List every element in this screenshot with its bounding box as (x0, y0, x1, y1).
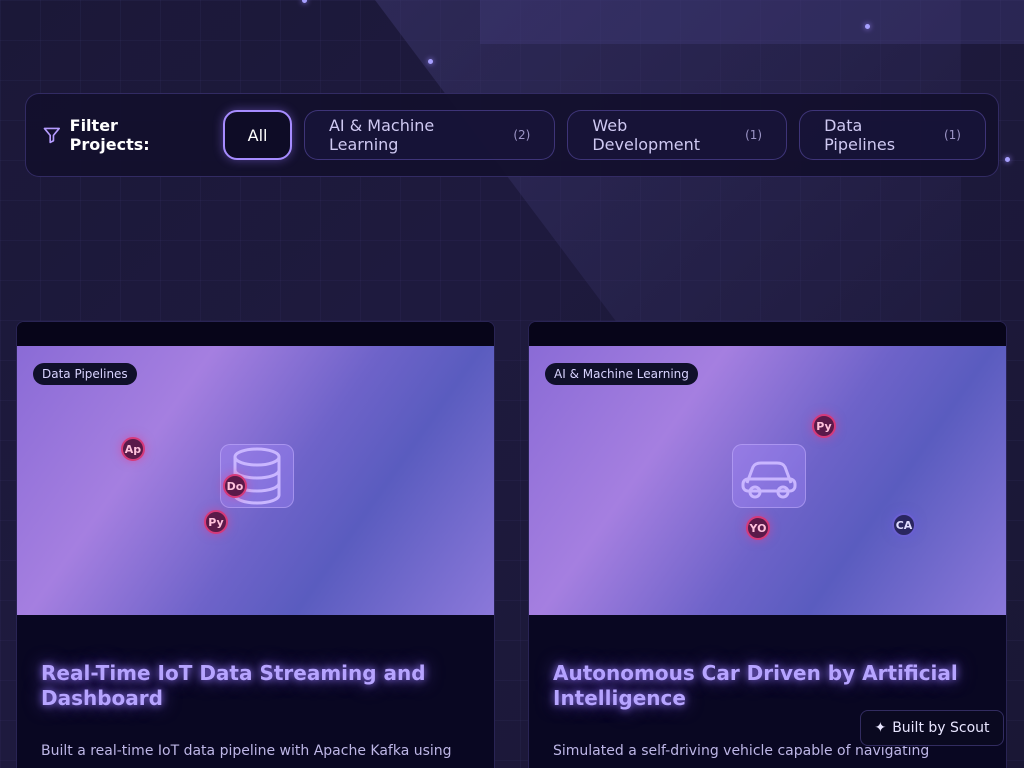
filter-chip-all[interactable]: All (223, 110, 292, 160)
project-card[interactable]: Data Pipelines Ap Do Py Real-Time IoT Da… (16, 321, 495, 768)
project-card[interactable]: AI & Machine Learning Py YO CA Autonomou… (528, 321, 1007, 768)
chip-label: Web Development (592, 116, 701, 154)
category-badge: AI & Machine Learning (545, 363, 698, 385)
card-top-strip (17, 322, 494, 346)
project-image: Data Pipelines Ap Do Py (17, 346, 494, 615)
card-top-strip (529, 322, 1006, 346)
chip-label: Data Pipelines (824, 116, 896, 154)
filter-bar: Filter Projects: All AI & Machine Learni… (25, 93, 999, 177)
filter-icon (43, 127, 61, 144)
sparkle-icon: ✦ (874, 720, 887, 736)
tech-bubble: Py (812, 414, 836, 438)
tech-bubble: CA (892, 513, 916, 537)
built-by-scout-button[interactable]: ✦ Built by Scout (860, 710, 1004, 746)
filter-chip-web-dev[interactable]: Web Development (1) (567, 110, 788, 160)
chip-count: (1) (745, 128, 763, 142)
tech-bubble: Do (223, 474, 247, 498)
chip-count: (1) (943, 128, 961, 142)
filter-label: Filter Projects: (42, 116, 201, 154)
filter-chip-data-pipelines[interactable]: Data Pipelines (1) (799, 110, 986, 160)
glow-dot (865, 24, 870, 29)
category-badge: Data Pipelines (33, 363, 137, 385)
glow-dot (302, 0, 307, 3)
filter-chip-ai-ml[interactable]: AI & Machine Learning (2) (303, 110, 556, 160)
car-icon (732, 444, 806, 508)
chip-count: (2) (513, 128, 531, 142)
project-image: AI & Machine Learning Py YO CA (529, 346, 1006, 615)
project-description: Built a real-time IoT data pipeline with… (41, 743, 452, 759)
tech-bubble: Ap (121, 437, 145, 461)
tech-bubble: Py (204, 510, 228, 534)
tech-bubble: YO (746, 516, 770, 540)
glow-dot (428, 59, 433, 64)
filter-label-text: Filter Projects: (69, 116, 150, 154)
scout-label: Built by Scout (892, 720, 990, 736)
project-title[interactable]: Autonomous Car Driven by Artificial Inte… (553, 661, 982, 711)
chip-label: AI & Machine Learning (328, 116, 435, 154)
background-band (480, 0, 1024, 44)
chip-label: All (247, 125, 268, 145)
project-title[interactable]: Real-Time IoT Data Streaming and Dashboa… (41, 661, 470, 711)
glow-dot (1005, 157, 1010, 162)
